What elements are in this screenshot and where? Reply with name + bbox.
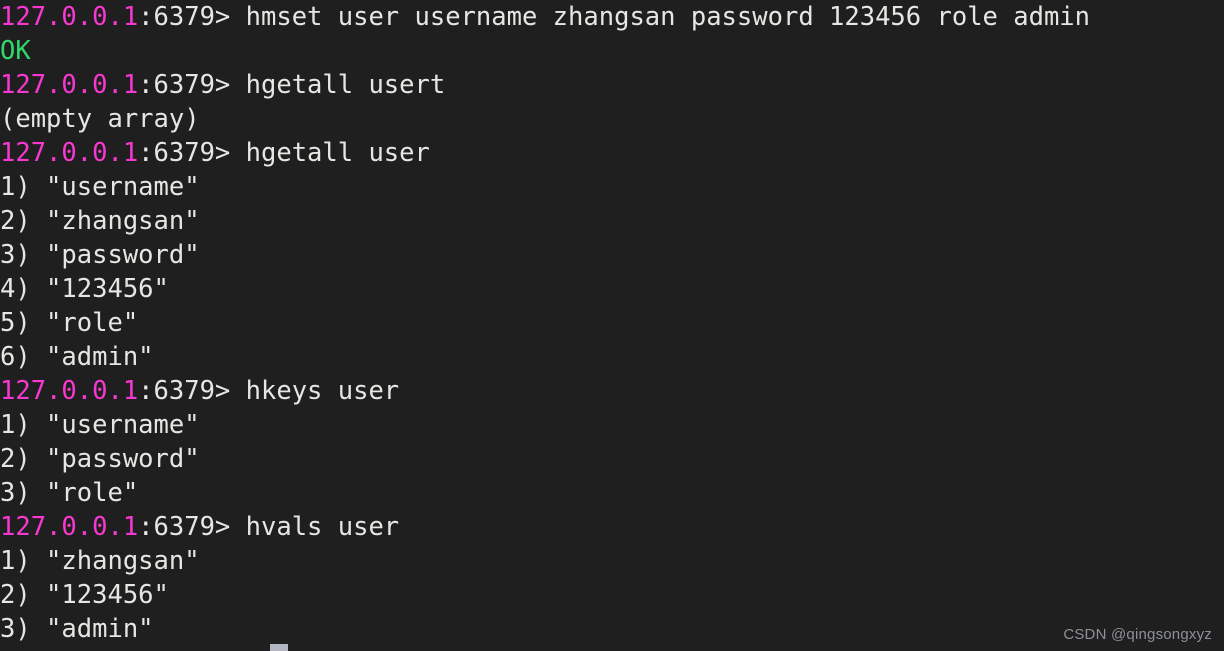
terminal-output-line: 4) "123456" (0, 272, 1090, 306)
output-text: 2) "password" (0, 444, 200, 474)
terminal-window[interactable]: 127.0.0.1:6379> hmset user username zhan… (0, 0, 1224, 651)
terminal-command: hvals user (245, 512, 400, 542)
terminal-status-line: OK (0, 34, 1090, 68)
output-text: 3) "role" (0, 478, 139, 508)
terminal-output-line: 1) "username" (0, 170, 1090, 204)
prompt-host: 127.0.0.1 (0, 512, 139, 542)
terminal-output-line: 1) "username" (0, 408, 1090, 442)
terminal-output-line: 1) "zhangsan" (0, 544, 1090, 578)
terminal-output-area: 127.0.0.1:6379> hmset user username zhan… (0, 0, 1090, 646)
terminal-prompt-line: 127.0.0.1:6379> hvals user (0, 510, 1090, 544)
terminal-output-line: 6) "admin" (0, 340, 1090, 374)
terminal-output-line: 3) "role" (0, 476, 1090, 510)
output-text: (empty array) (0, 104, 200, 134)
terminal-output-line: 2) "123456" (0, 578, 1090, 612)
terminal-prompt-line: 127.0.0.1:6379> hkeys user (0, 374, 1090, 408)
terminal-prompt-line: 127.0.0.1:6379> hmset user username zhan… (0, 0, 1090, 34)
prompt-port: :6379> (138, 70, 246, 100)
terminal-command: hgetall usert (245, 70, 446, 100)
prompt-port: :6379> (138, 2, 246, 32)
terminal-prompt-line: 127.0.0.1:6379> hgetall user (0, 136, 1090, 170)
output-text: 3) "password" (0, 240, 200, 270)
output-text: 1) "username" (0, 410, 200, 440)
output-text: 6) "admin" (0, 342, 154, 372)
prompt-host: 127.0.0.1 (0, 2, 139, 32)
terminal-output-line: 2) "password" (0, 442, 1090, 476)
output-text: 3) "admin" (0, 614, 154, 644)
terminal-output-line: 5) "role" (0, 306, 1090, 340)
prompt-port: :6379> (138, 512, 246, 542)
prompt-host: 127.0.0.1 (0, 138, 139, 168)
output-text: 4) "123456" (0, 274, 169, 304)
terminal-command: hgetall user (245, 138, 430, 168)
output-text: 1) "username" (0, 172, 200, 202)
output-text: 2) "123456" (0, 580, 169, 610)
terminal-output-line: 3) "password" (0, 238, 1090, 272)
output-text: 2) "zhangsan" (0, 206, 200, 236)
prompt-port: :6379> (138, 138, 246, 168)
terminal-output-line: 3) "admin" (0, 612, 1090, 646)
terminal-output-line: (empty array) (0, 102, 1090, 136)
terminal-command: hkeys user (245, 376, 400, 406)
terminal-prompt-line: 127.0.0.1:6379> hgetall usert (0, 68, 1090, 102)
output-text: 5) "role" (0, 308, 139, 338)
terminal-command: hmset user username zhangsan password 12… (245, 2, 1091, 32)
prompt-host: 127.0.0.1 (0, 376, 139, 406)
watermark: CSDN @qingsongxyz (1063, 626, 1212, 643)
terminal-output-line: 2) "zhangsan" (0, 204, 1090, 238)
prompt-port: :6379> (138, 376, 246, 406)
prompt-host: 127.0.0.1 (0, 70, 139, 100)
output-text: 1) "zhangsan" (0, 546, 200, 576)
status-text: OK (0, 36, 31, 66)
text-cursor (270, 644, 288, 651)
